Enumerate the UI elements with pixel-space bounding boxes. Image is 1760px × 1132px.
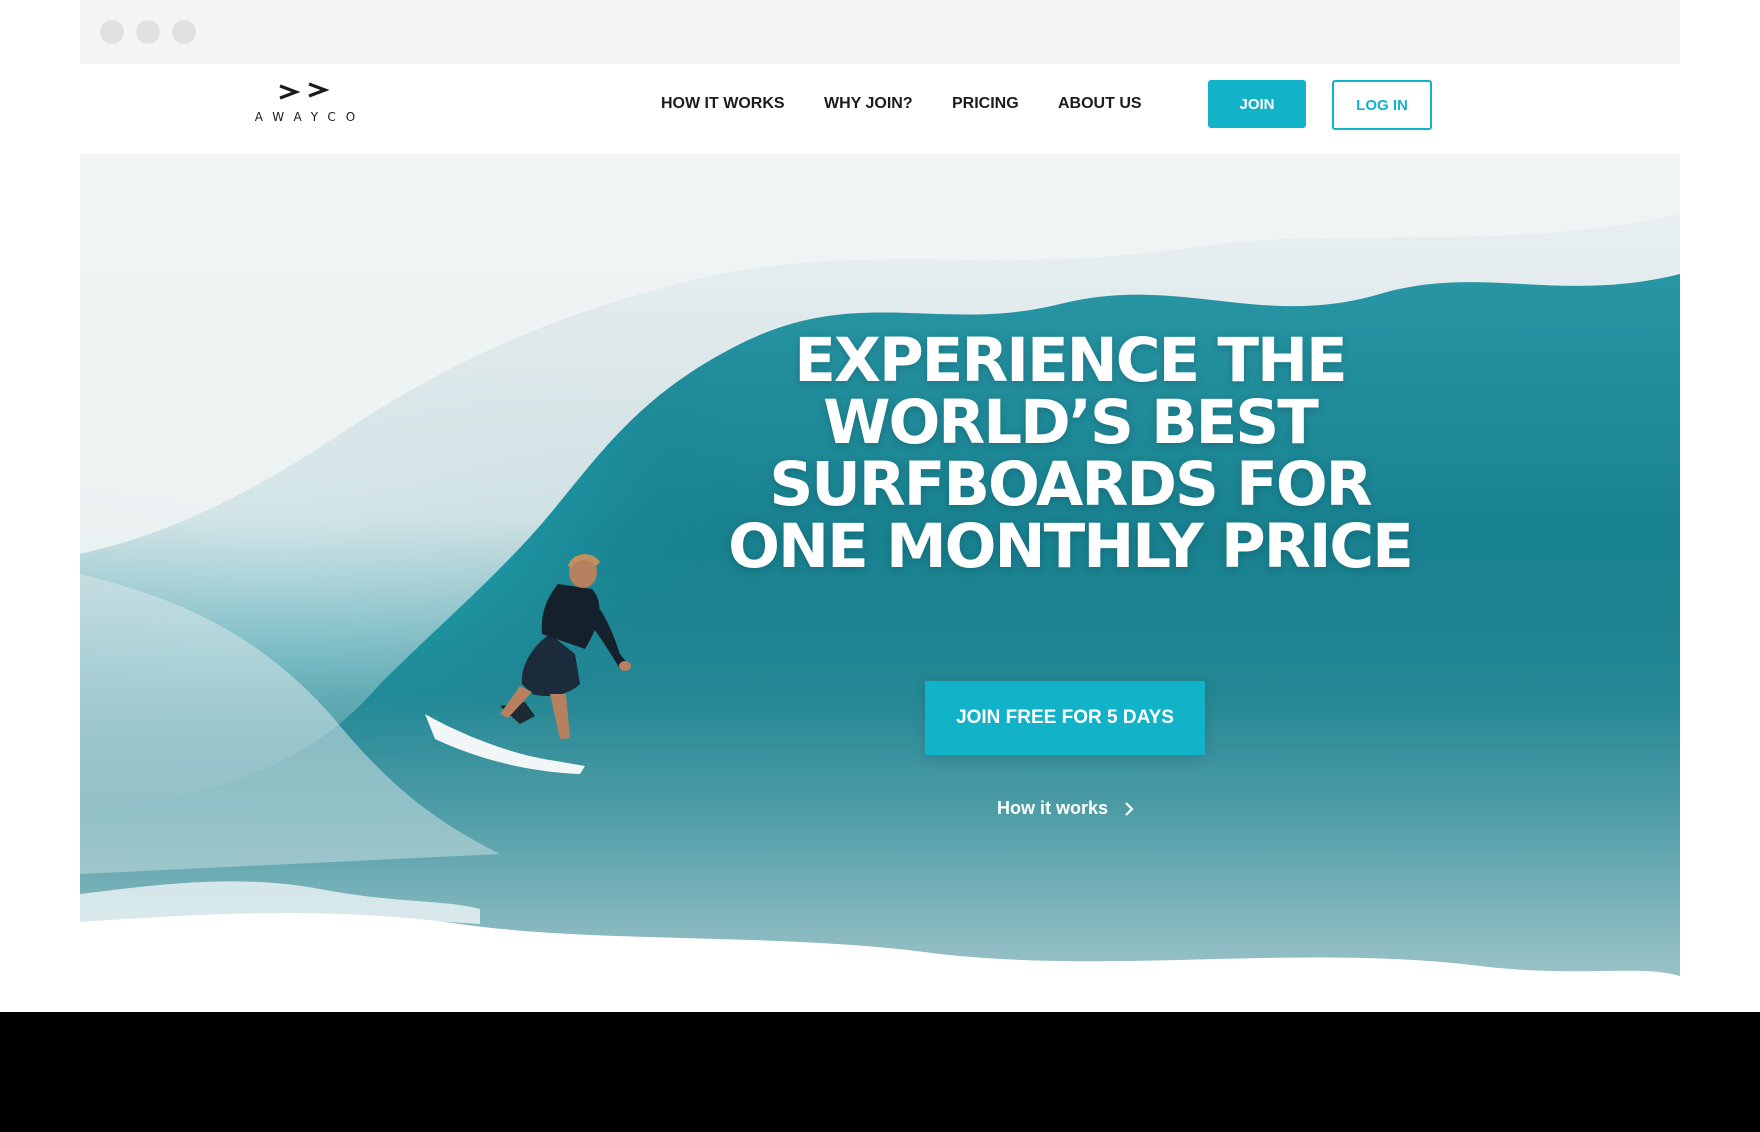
nav-why-join[interactable]: WHY JOIN? — [824, 95, 913, 113]
nav-how-it-works[interactable]: HOW IT WORKS — [661, 95, 785, 113]
browser-toolbar — [80, 0, 1680, 64]
window-maximize-dot[interactable] — [172, 20, 196, 44]
how-it-works-link-label: How it works — [997, 798, 1109, 818]
hero-headline: EXPERIENCE THE WORLD’S BEST SURFBOARDS F… — [680, 330, 1460, 578]
logo-wordmark: AWAYCO — [254, 110, 366, 124]
browser-window: AWAYCO HOW IT WORKS WHY JOIN? PRICING AB… — [80, 0, 1680, 1012]
headline-line-1: EXPERIENCE THE — [794, 325, 1347, 396]
window-close-dot[interactable] — [100, 20, 124, 44]
top-navigation: AWAYCO HOW IT WORKS WHY JOIN? PRICING AB… — [80, 64, 1680, 155]
login-button[interactable]: LOG IN — [1332, 80, 1432, 130]
headline-line-2: WORLD’S BEST — [823, 387, 1319, 458]
headline-line-3: SURFBOARDS FOR — [769, 449, 1372, 520]
join-button[interactable]: JOIN — [1208, 80, 1306, 128]
how-it-works-link[interactable]: How it works — [997, 798, 1136, 819]
surfer-wave-photo — [80, 154, 1680, 1012]
chevron-right-icon — [1125, 801, 1134, 816]
hero-section: EXPERIENCE THE WORLD’S BEST SURFBOARDS F… — [80, 154, 1680, 1012]
headline-line-4: ONE MONTHLY PRICE — [728, 511, 1414, 582]
nav-pricing[interactable]: PRICING — [952, 95, 1019, 113]
site-logo[interactable]: AWAYCO — [248, 80, 372, 130]
nav-about-us[interactable]: ABOUT US — [1058, 95, 1142, 113]
double-chevron-logo-icon — [279, 82, 330, 100]
page-backdrop — [0, 1012, 1760, 1132]
join-free-cta-button[interactable]: JOIN FREE FOR 5 DAYS — [925, 681, 1205, 755]
window-minimize-dot[interactable] — [136, 20, 160, 44]
